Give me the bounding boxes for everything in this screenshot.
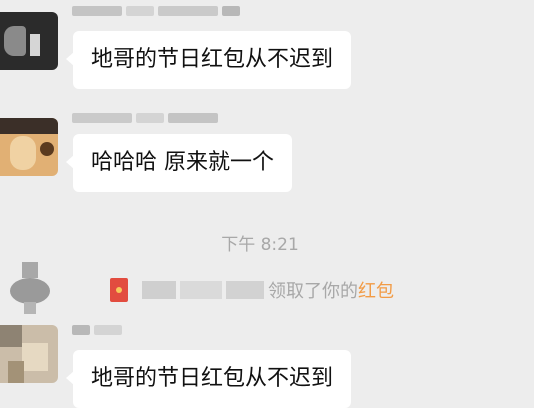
- avatar[interactable]: [0, 12, 58, 70]
- message-timestamp: 下午 8:21: [221, 235, 299, 255]
- sender-name-redacted: [72, 111, 218, 124]
- recipient-name-redacted: [226, 281, 264, 299]
- red-packet-link[interactable]: 红包: [358, 277, 394, 303]
- red-packet-notice: 领取了你的 红包: [110, 276, 394, 304]
- message-bubble[interactable]: 哈哈哈 原来就一个: [66, 134, 292, 192]
- sender-name-redacted: [72, 4, 240, 17]
- message-bubble[interactable]: 地哥的节日红包从不迟到: [65, 31, 352, 89]
- red-envelope-icon: [110, 278, 128, 302]
- recipient-name-redacted: [180, 281, 222, 299]
- sender-name-redacted: [72, 323, 122, 336]
- recipient-name-redacted: [142, 281, 176, 299]
- avatar[interactable]: [0, 118, 58, 176]
- message-bubble[interactable]: 地哥的节日红包从不迟到: [65, 350, 352, 408]
- avatar[interactable]: [0, 325, 58, 383]
- notice-text: 领取了你的: [268, 281, 358, 302]
- avatar: [8, 262, 52, 314]
